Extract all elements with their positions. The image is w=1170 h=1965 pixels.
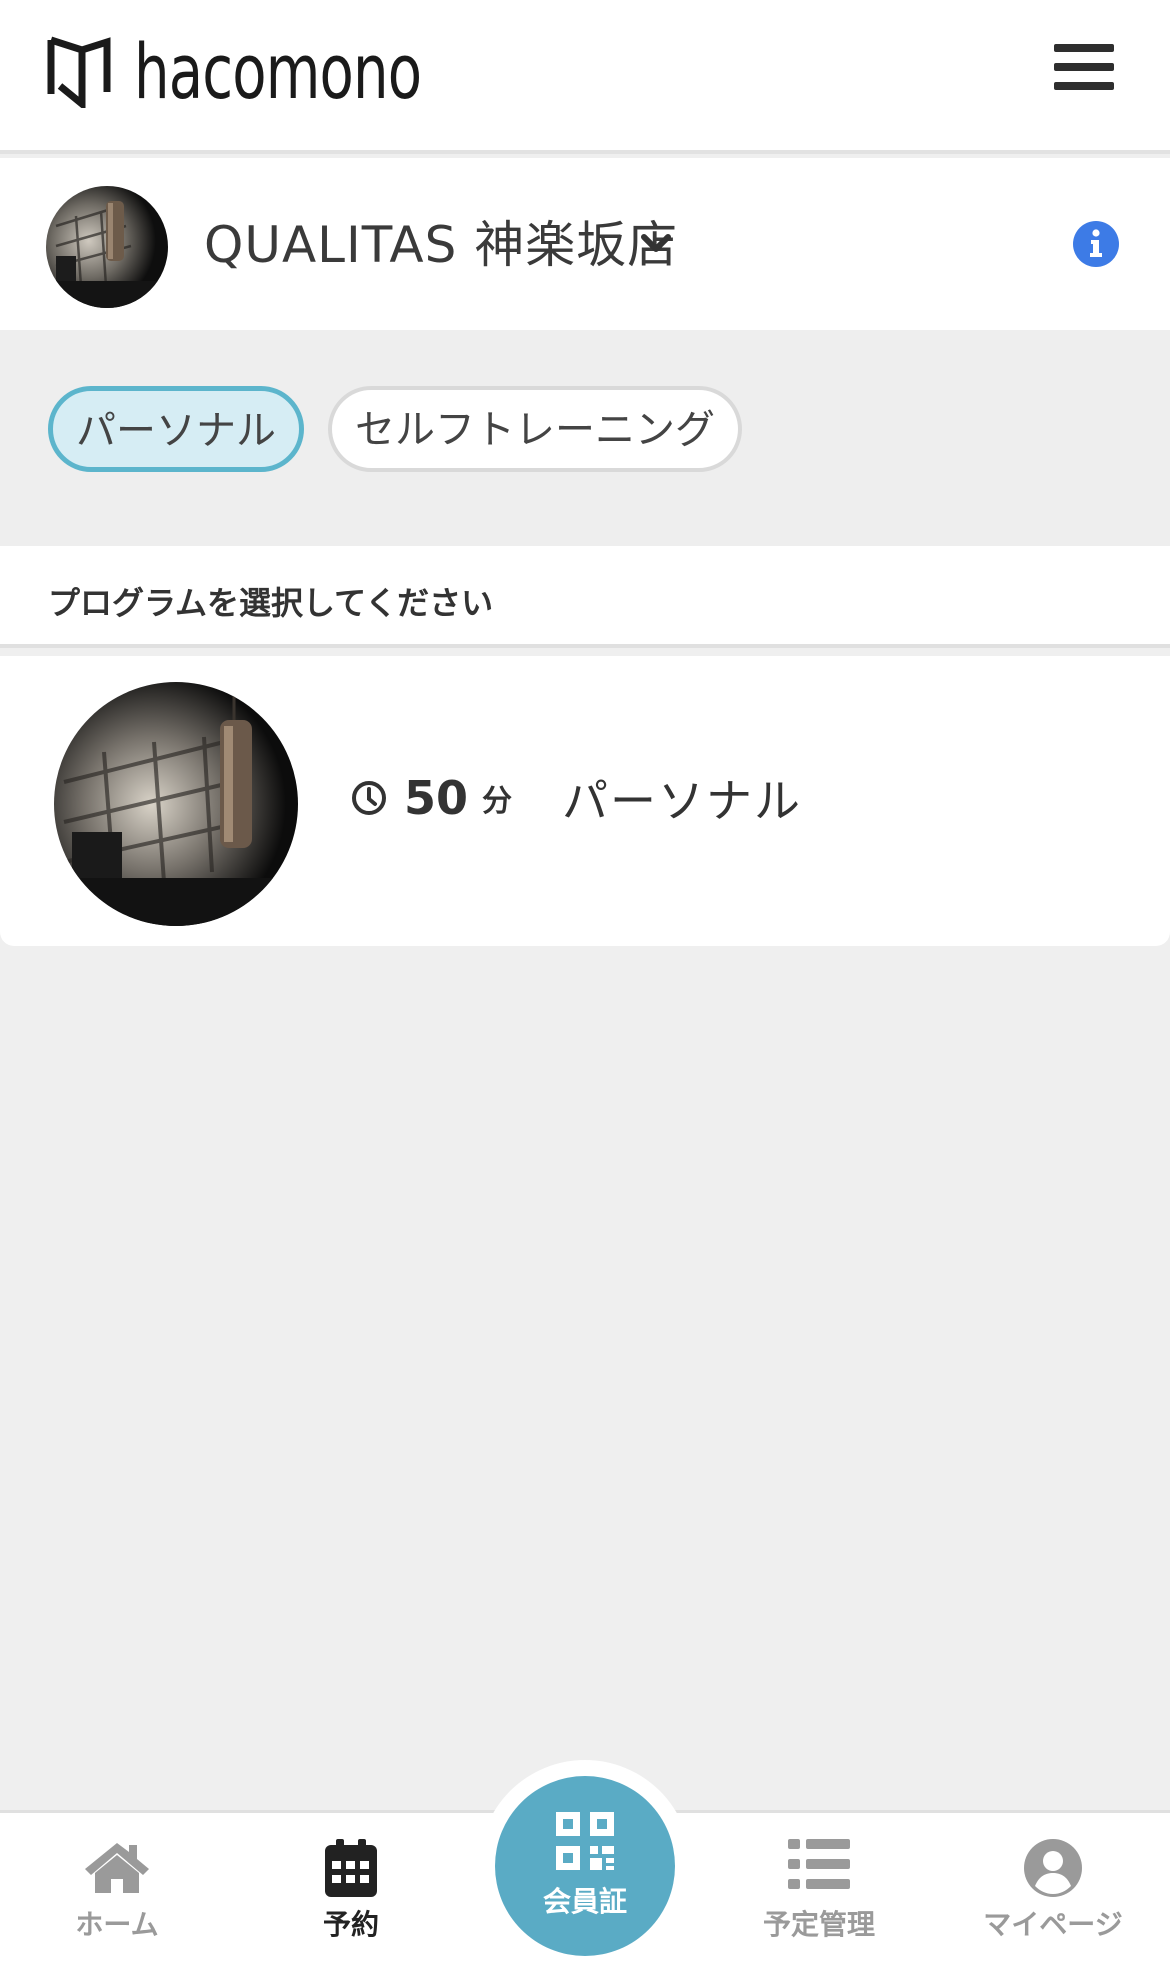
store-selector[interactable]: QUALITAS 神楽坂店 — [0, 158, 1170, 330]
store-avatar — [46, 186, 168, 308]
category-chip-self-training[interactable]: セルフトレーニング — [328, 386, 742, 472]
program-duration: 50 — [404, 771, 469, 825]
store-name: QUALITAS 神楽坂店 — [204, 216, 679, 274]
category-chip-personal[interactable]: パーソナル — [48, 386, 304, 472]
home-icon — [85, 1843, 149, 1893]
list-icon — [788, 1839, 850, 1889]
clock-icon — [352, 781, 386, 815]
nav-home[interactable]: ホーム — [0, 1813, 234, 1965]
logo-text: hacomono — [134, 27, 422, 116]
hacomono-logo-icon — [47, 36, 111, 108]
nav-mypage[interactable]: マイページ — [936, 1813, 1170, 1965]
program-thumbnail — [54, 682, 298, 926]
chevron-down-icon[interactable] — [640, 232, 672, 256]
section-title: プログラムを選択してください — [48, 584, 494, 622]
info-icon[interactable] — [1072, 220, 1120, 268]
nav-schedule[interactable]: 予定管理 — [702, 1813, 936, 1965]
nav-schedule-label: 予定管理 — [762, 1908, 875, 1941]
section-header: プログラムを選択してください — [0, 546, 1170, 648]
app-header: hacomono — [0, 0, 1170, 154]
qr-code-icon — [556, 1812, 614, 1870]
program-name: パーソナル — [562, 774, 803, 828]
hamburger-menu-icon[interactable] — [1054, 44, 1114, 90]
nav-reservation-label: 予約 — [322, 1908, 379, 1941]
program-info: 50 分 パーソナル — [350, 766, 802, 830]
category-filter: パーソナル セルフトレーニング — [0, 330, 1170, 546]
duration-unit: 分 — [482, 784, 513, 819]
nav-mypage-label: マイページ — [983, 1908, 1123, 1941]
nav-reservation[interactable]: 予約 — [234, 1813, 468, 1965]
user-icon — [1024, 1839, 1082, 1897]
calendar-icon — [325, 1839, 377, 1897]
membership-card-button[interactable]: 会員証 — [495, 1776, 675, 1956]
membership-card-label: 会員証 — [542, 1885, 627, 1918]
hacomono-logo[interactable]: hacomono — [46, 34, 484, 110]
nav-home-label: ホーム — [75, 1908, 159, 1941]
program-list-item[interactable]: 50 分 パーソナル — [0, 656, 1170, 946]
